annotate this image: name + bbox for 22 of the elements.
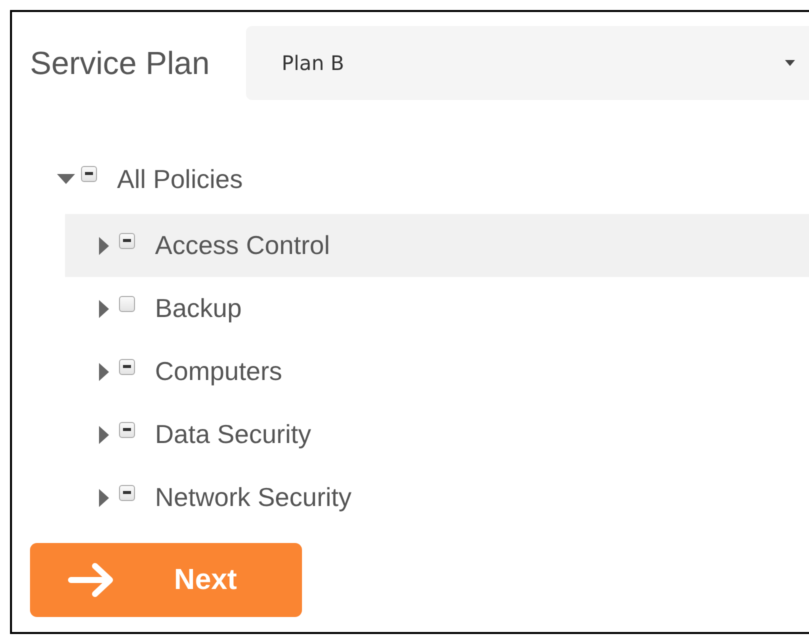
tree-row[interactable]: Backup [65,277,809,340]
checkbox[interactable] [119,358,135,374]
checkbox[interactable] [119,422,135,438]
caret-icon [785,60,795,66]
tree-row[interactable]: Access Control [65,214,809,277]
tree-row[interactable]: Computers [65,340,809,403]
tree-label: All Policies [117,164,243,194]
checkbox[interactable] [119,484,135,500]
tree-label: Network Security [155,482,352,513]
tree-label: Access Control [155,230,330,261]
checkbox[interactable] [119,232,135,248]
plan-dropdown[interactable]: Plan B [246,26,809,100]
arrow-icon [68,562,116,598]
page-title: Service Plan [30,44,210,82]
tree-label: Computers [155,356,282,387]
tree-row[interactable]: Data Security [65,403,809,466]
checkbox[interactable] [119,296,135,312]
tree-row[interactable]: All Policies [30,162,809,196]
tree-row[interactable]: Network Security [65,466,809,529]
tree-label: Backup [155,293,242,324]
tree-label: Data Security [155,419,312,450]
checkbox[interactable] [81,166,97,182]
